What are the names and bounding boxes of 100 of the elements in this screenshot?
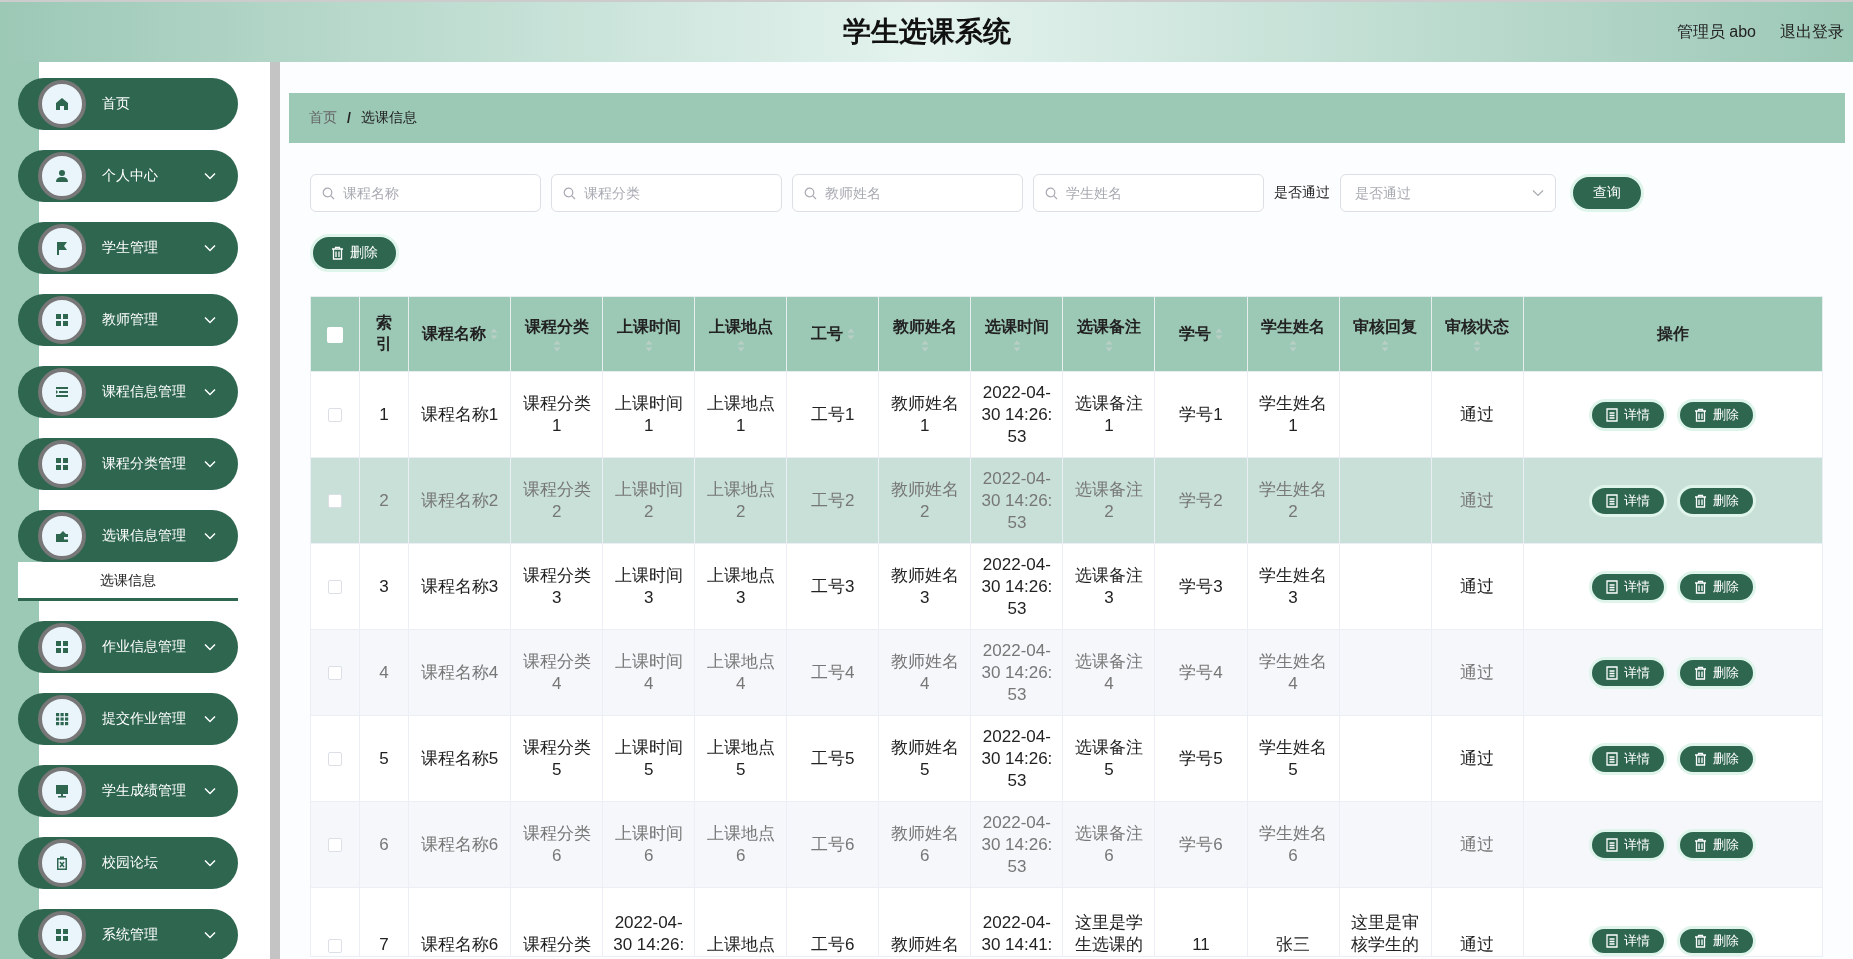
table-cell: 学号1 bbox=[1179, 404, 1223, 424]
details-button[interactable]: 详情 bbox=[1589, 828, 1668, 861]
table-cell: 上课时间6 bbox=[614, 823, 683, 865]
delete-button[interactable]: 删除 bbox=[1677, 484, 1757, 517]
document-icon bbox=[1606, 837, 1619, 852]
search-field[interactable]: 教师姓名 bbox=[792, 174, 1023, 212]
delete-button[interactable]: 删除 bbox=[310, 234, 399, 272]
sort-icon[interactable] bbox=[552, 339, 561, 352]
table-cell: 学号3 bbox=[1179, 576, 1223, 596]
document-icon bbox=[1606, 751, 1619, 766]
clipboard-icon bbox=[54, 855, 70, 871]
table-cell: 通过 bbox=[1460, 490, 1495, 510]
sort-icon[interactable] bbox=[920, 339, 929, 352]
table-cell: 课程名称3 bbox=[420, 576, 499, 596]
home-icon bbox=[54, 96, 70, 112]
table-cell: 选课备注4 bbox=[1074, 651, 1143, 693]
delete-button[interactable]: 删除 bbox=[1677, 570, 1757, 603]
sort-icon[interactable] bbox=[644, 339, 653, 352]
table-cell: 通过 bbox=[1460, 748, 1495, 768]
row-checkbox[interactable] bbox=[328, 838, 342, 852]
delete-button[interactable]: 删除 bbox=[1677, 398, 1757, 431]
trash-icon bbox=[1694, 837, 1708, 852]
sidebar-item[interactable]: 教师管理 bbox=[18, 294, 238, 346]
table-cell: 学号5 bbox=[1179, 748, 1223, 768]
sidebar-item[interactable]: 学生管理 bbox=[18, 222, 238, 274]
sidebar-item[interactable]: 课程分类管理 bbox=[18, 438, 238, 490]
row-checkbox[interactable] bbox=[328, 666, 342, 680]
details-button[interactable]: 详情 bbox=[1589, 656, 1668, 689]
wallet-icon bbox=[54, 528, 70, 544]
sort-icon[interactable] bbox=[846, 328, 855, 340]
details-button[interactable]: 详情 bbox=[1589, 570, 1668, 603]
table-cell: 上课时间5 bbox=[614, 737, 683, 779]
sort-icon[interactable] bbox=[1381, 339, 1390, 352]
table-cell: 课程名称1 bbox=[420, 404, 499, 424]
sidebar-item[interactable]: 校园论坛 bbox=[18, 837, 238, 889]
sidebar-item[interactable]: 个人中心 bbox=[18, 150, 238, 202]
table-cell: 上课地点4 bbox=[706, 651, 775, 693]
search-icon bbox=[563, 187, 576, 200]
submenu-item[interactable]: 选课信息 bbox=[18, 562, 238, 601]
row-checkbox[interactable] bbox=[328, 408, 342, 422]
sort-icon[interactable] bbox=[1012, 339, 1021, 352]
table-cell: 学号2 bbox=[1179, 490, 1223, 510]
sort-icon[interactable] bbox=[1104, 339, 1113, 352]
delete-button[interactable]: 删除 bbox=[1677, 926, 1757, 956]
sidebar-item[interactable]: 课程信息管理 bbox=[18, 366, 238, 418]
delete-button[interactable]: 删除 bbox=[1677, 742, 1757, 775]
query-button[interactable]: 查询 bbox=[1570, 174, 1644, 212]
sort-icon[interactable] bbox=[736, 339, 745, 352]
row-checkbox[interactable] bbox=[328, 494, 342, 508]
details-button[interactable]: 详情 bbox=[1589, 398, 1668, 431]
details-button[interactable]: 详情 bbox=[1589, 484, 1668, 517]
table-cell: 4 bbox=[379, 662, 389, 682]
sidebar-item[interactable]: 选课信息管理 bbox=[18, 510, 238, 562]
search-field[interactable]: 课程分类 bbox=[551, 174, 782, 212]
status-select[interactable]: 是否通过 bbox=[1340, 174, 1556, 212]
row-checkbox[interactable] bbox=[328, 580, 342, 594]
details-button[interactable]: 详情 bbox=[1589, 742, 1668, 775]
table-cell: 通过 bbox=[1460, 576, 1495, 596]
search-field[interactable]: 学生姓名 bbox=[1033, 174, 1264, 212]
column-header[interactable]: 课程名称 bbox=[421, 323, 486, 345]
sort-icon[interactable] bbox=[489, 328, 498, 340]
sort-icon[interactable] bbox=[1473, 339, 1482, 352]
table-cell: 课程分类 bbox=[522, 935, 591, 954]
user-label: 管理员 abo bbox=[1676, 21, 1756, 42]
table-cell: 工号4 bbox=[811, 662, 855, 682]
column-header[interactable]: 学号 bbox=[1178, 323, 1211, 345]
sidebar-item[interactable]: 作业信息管理 bbox=[18, 621, 238, 673]
row-checkbox[interactable] bbox=[328, 938, 342, 953]
table-cell: 教师姓名2 bbox=[890, 479, 959, 521]
search-icon bbox=[1045, 187, 1058, 200]
sort-icon[interactable] bbox=[1289, 339, 1297, 352]
delete-button[interactable]: 删除 bbox=[1677, 828, 1757, 861]
search-field[interactable]: 课程名称 bbox=[310, 174, 541, 212]
select-all-checkbox[interactable] bbox=[327, 326, 343, 343]
column-header: 操作 bbox=[1656, 323, 1689, 344]
table-cell: 上课地点1 bbox=[706, 393, 775, 435]
trash-icon bbox=[1694, 407, 1708, 422]
chevron-down-icon bbox=[204, 532, 216, 540]
table-cell: 选课备注2 bbox=[1074, 479, 1143, 521]
trash-icon bbox=[1694, 934, 1708, 948]
table-cell: 上课时间1 bbox=[614, 393, 683, 435]
column-header[interactable]: 工号 bbox=[810, 323, 843, 345]
column-header[interactable]: 学生姓名 bbox=[1261, 316, 1325, 338]
table-cell: 张三 bbox=[1276, 935, 1310, 954]
details-button[interactable]: 详情 bbox=[1589, 926, 1668, 956]
sidebar-item[interactable]: 首页 bbox=[18, 78, 238, 130]
sidebar-item[interactable]: 学生成绩管理 bbox=[18, 765, 238, 817]
breadcrumb-link[interactable]: 选课信息 bbox=[360, 109, 417, 127]
breadcrumb-separator: / bbox=[347, 110, 351, 126]
sidebar-item[interactable]: 系统管理 bbox=[18, 909, 238, 959]
table-cell: 课程分类1 bbox=[522, 393, 591, 435]
scrollbar[interactable] bbox=[270, 62, 280, 959]
logout-link[interactable]: 退出登录 bbox=[1780, 21, 1844, 43]
delete-button[interactable]: 删除 bbox=[1677, 656, 1757, 689]
flag-icon bbox=[54, 240, 70, 256]
sort-icon[interactable] bbox=[1214, 328, 1223, 340]
document-icon bbox=[1606, 493, 1619, 508]
row-checkbox[interactable] bbox=[328, 752, 342, 766]
sidebar-item[interactable]: 提交作业管理 bbox=[18, 693, 238, 745]
table-cell: 课程分类4 bbox=[522, 651, 591, 693]
